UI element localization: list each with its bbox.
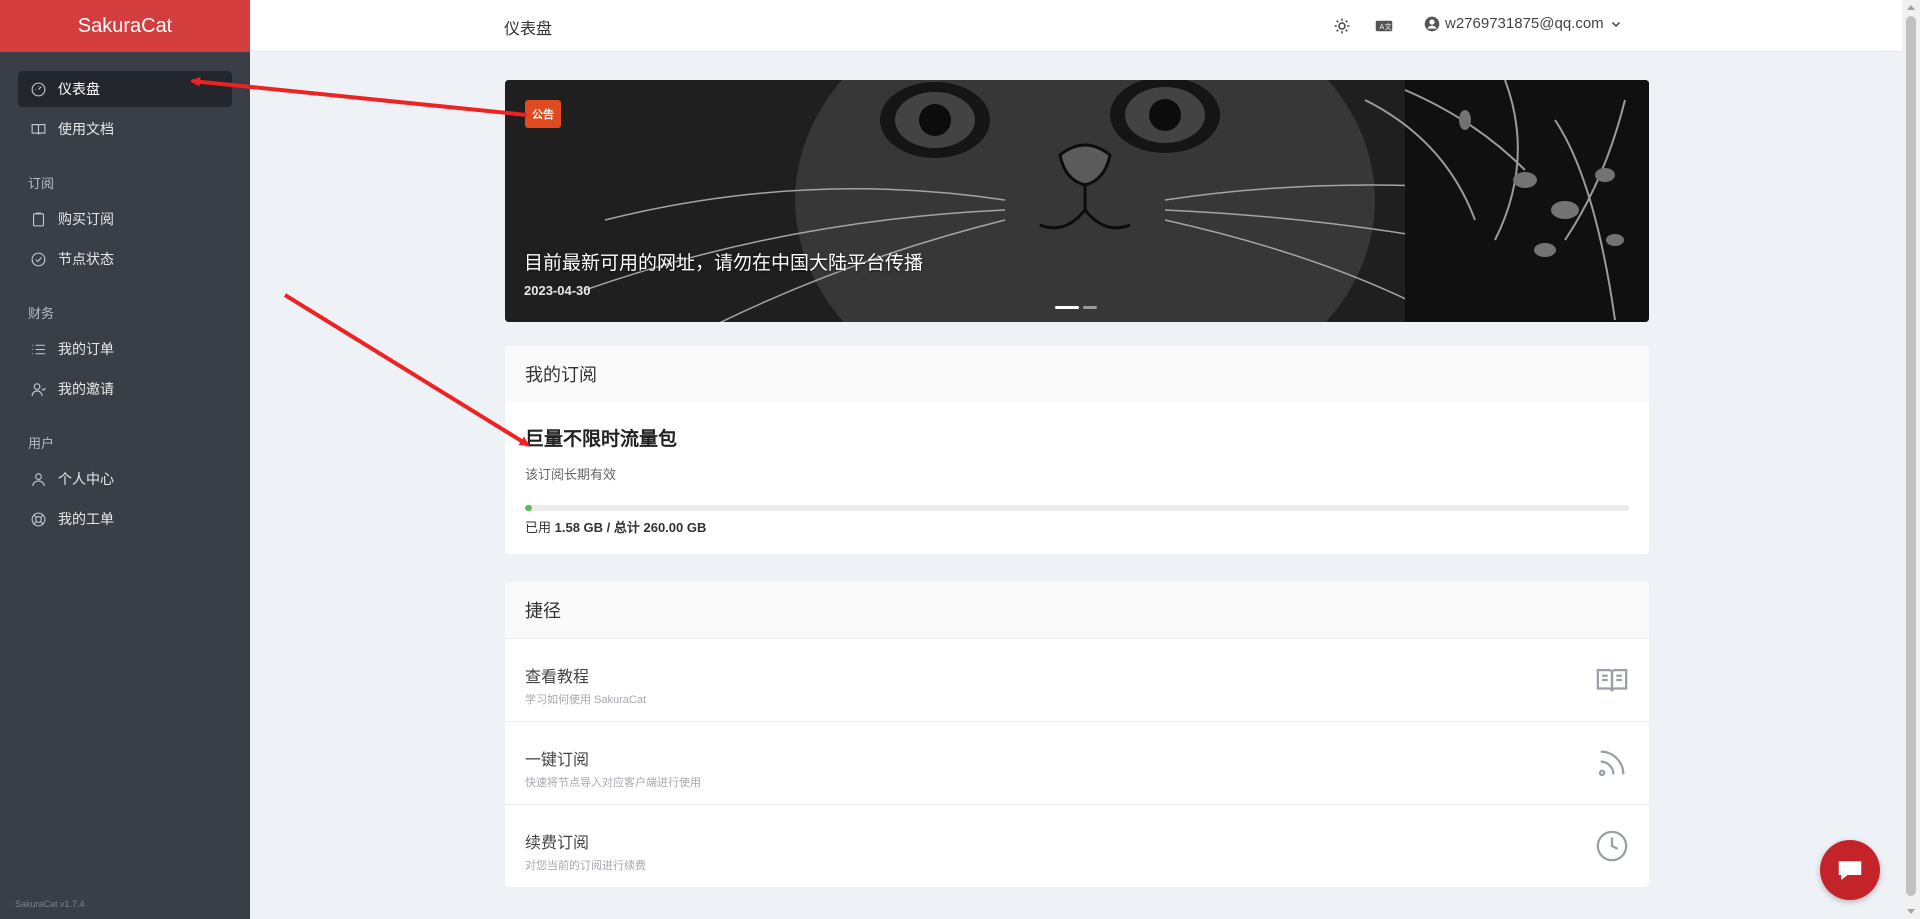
rss-icon bbox=[1595, 746, 1629, 780]
scroll-up-arrow[interactable] bbox=[1907, 5, 1915, 10]
announcement-badge: 公告 bbox=[525, 100, 561, 128]
user-menu[interactable]: w2769731875@qq.com bbox=[1424, 15, 1622, 32]
user-icon bbox=[29, 470, 47, 488]
annotation-arrow-plan bbox=[283, 293, 530, 447]
list-icon bbox=[29, 340, 47, 358]
sidebar-nav: 仪表盘 使用文档 订阅 购买订阅 节点状态 财务 我的订单 我的邀请 用户 个人… bbox=[0, 52, 250, 537]
sidebar-item-label: 仪表盘 bbox=[58, 81, 100, 97]
user-circle-icon bbox=[1424, 16, 1440, 31]
plan-name: 巨量不限时流量包 bbox=[525, 429, 678, 450]
sun-icon[interactable] bbox=[1332, 16, 1352, 36]
carousel-indicators bbox=[1055, 306, 1101, 309]
shortcut-renew-subscription[interactable]: 续费订阅 对您当前的订阅进行续费 bbox=[505, 804, 1649, 887]
shortcut-view-tutorial[interactable]: 查看教程 学习如何使用 SakuraCat bbox=[505, 638, 1649, 721]
shortcut-desc: 对您当前的订阅进行续费 bbox=[525, 860, 646, 872]
chat-bubble-icon bbox=[1838, 861, 1862, 880]
book-icon bbox=[29, 120, 47, 138]
shortcut-one-click-subscribe[interactable]: 一键订阅 快速将节点导入对应客户端进行使用 bbox=[505, 721, 1649, 804]
card-header: 捷径 bbox=[505, 582, 1649, 638]
users-icon bbox=[29, 380, 47, 398]
svg-text:文: 文 bbox=[1385, 22, 1392, 31]
clipboard-icon bbox=[29, 210, 47, 228]
clock-icon bbox=[1595, 829, 1629, 863]
shortcut-desc: 快速将节点导入对应客户端进行使用 bbox=[525, 777, 701, 789]
shortcut-title: 一键订阅 bbox=[525, 752, 590, 769]
chevron-down-icon bbox=[1611, 21, 1620, 27]
shortcut-desc: 学习如何使用 SakuraCat bbox=[525, 694, 647, 706]
sidebar-item-label: 我的订单 bbox=[58, 341, 114, 357]
traffic-usage: 已用 1.58 GB / 总计 260.00 GB bbox=[525, 517, 706, 536]
shortcut-title: 查看教程 bbox=[525, 669, 590, 686]
sidebar: SakuraCat 仪表盘 使用文档 订阅 购买订阅 节点状态 财务 我的订单 … bbox=[0, 0, 250, 919]
section-title-user: 用户 bbox=[28, 436, 55, 451]
scroll-down-arrow[interactable] bbox=[1907, 909, 1915, 914]
sidebar-item-dashboard[interactable]: 仪表盘 bbox=[18, 71, 232, 107]
section-title-subscription: 订阅 bbox=[28, 176, 55, 191]
book-open-icon bbox=[1595, 663, 1629, 697]
check-circle-icon bbox=[29, 250, 47, 268]
sidebar-item-node-status[interactable]: 节点状态 bbox=[18, 241, 232, 277]
carousel-dot-active[interactable] bbox=[1055, 306, 1079, 309]
lifebuoy-icon bbox=[29, 510, 47, 528]
plan-validity: 该订阅长期有效 bbox=[525, 467, 617, 482]
version-label: SakuraCat v1.7.4 bbox=[15, 899, 85, 909]
card-header: 我的订阅 bbox=[505, 346, 1649, 402]
dashboard-icon bbox=[29, 80, 47, 98]
announcement-banner[interactable]: 公告 目前最新可用的网址，请勿在中国大陆平台传播 2023-04-30 bbox=[505, 80, 1649, 322]
page-scrollbar[interactable] bbox=[1902, 0, 1920, 919]
usage-prefix: 已用 bbox=[525, 520, 555, 535]
sidebar-item-label: 节点状态 bbox=[58, 251, 114, 267]
announcement-title: 目前最新可用的网址，请勿在中国大陆平台传播 bbox=[524, 253, 924, 274]
sidebar-item-label: 使用文档 bbox=[58, 121, 114, 137]
svg-text:A: A bbox=[1380, 23, 1385, 31]
sidebar-item-buy-subscription[interactable]: 购买订阅 bbox=[18, 201, 232, 237]
section-title-finance: 财务 bbox=[28, 306, 55, 321]
usage-value: 1.58 GB / 总计 260.00 GB bbox=[554, 520, 707, 535]
sidebar-item-label: 个人中心 bbox=[58, 471, 114, 487]
user-email: w2769731875@qq.com bbox=[1445, 15, 1604, 32]
banner-cat-illustration bbox=[505, 80, 1649, 322]
sidebar-item-profile[interactable]: 个人中心 bbox=[18, 461, 232, 497]
subscription-card: 我的订阅 巨量不限时流量包 该订阅长期有效 已用 1.58 GB / 总计 26… bbox=[505, 346, 1649, 554]
shortcuts-card: 捷径 查看教程 学习如何使用 SakuraCat 一键订阅 快速将节点导入对应客… bbox=[505, 582, 1649, 887]
chat-support-button[interactable] bbox=[1820, 840, 1880, 900]
top-header: 仪表盘 A文 w2769731875@qq.com bbox=[250, 0, 1902, 52]
page-title: 仪表盘 bbox=[504, 21, 553, 38]
shortcut-title: 续费订阅 bbox=[525, 835, 590, 852]
carousel-dot[interactable] bbox=[1083, 306, 1097, 309]
sidebar-item-my-invites[interactable]: 我的邀请 bbox=[18, 371, 232, 407]
traffic-progress-bar bbox=[525, 505, 1629, 511]
sidebar-item-my-orders[interactable]: 我的订单 bbox=[18, 331, 232, 367]
sidebar-item-label: 购买订阅 bbox=[58, 211, 114, 227]
sidebar-item-tickets[interactable]: 我的工单 bbox=[18, 501, 232, 537]
scroll-thumb[interactable] bbox=[1906, 16, 1916, 896]
announcement-date: 2023-04-30 bbox=[524, 283, 591, 298]
sidebar-item-label: 我的邀请 bbox=[58, 381, 114, 397]
sidebar-item-docs[interactable]: 使用文档 bbox=[18, 111, 232, 147]
translate-icon[interactable]: A文 bbox=[1374, 16, 1394, 36]
sidebar-item-label: 我的工单 bbox=[58, 511, 114, 527]
brand-logo[interactable]: SakuraCat bbox=[0, 0, 250, 52]
traffic-progress-fill bbox=[525, 505, 532, 511]
